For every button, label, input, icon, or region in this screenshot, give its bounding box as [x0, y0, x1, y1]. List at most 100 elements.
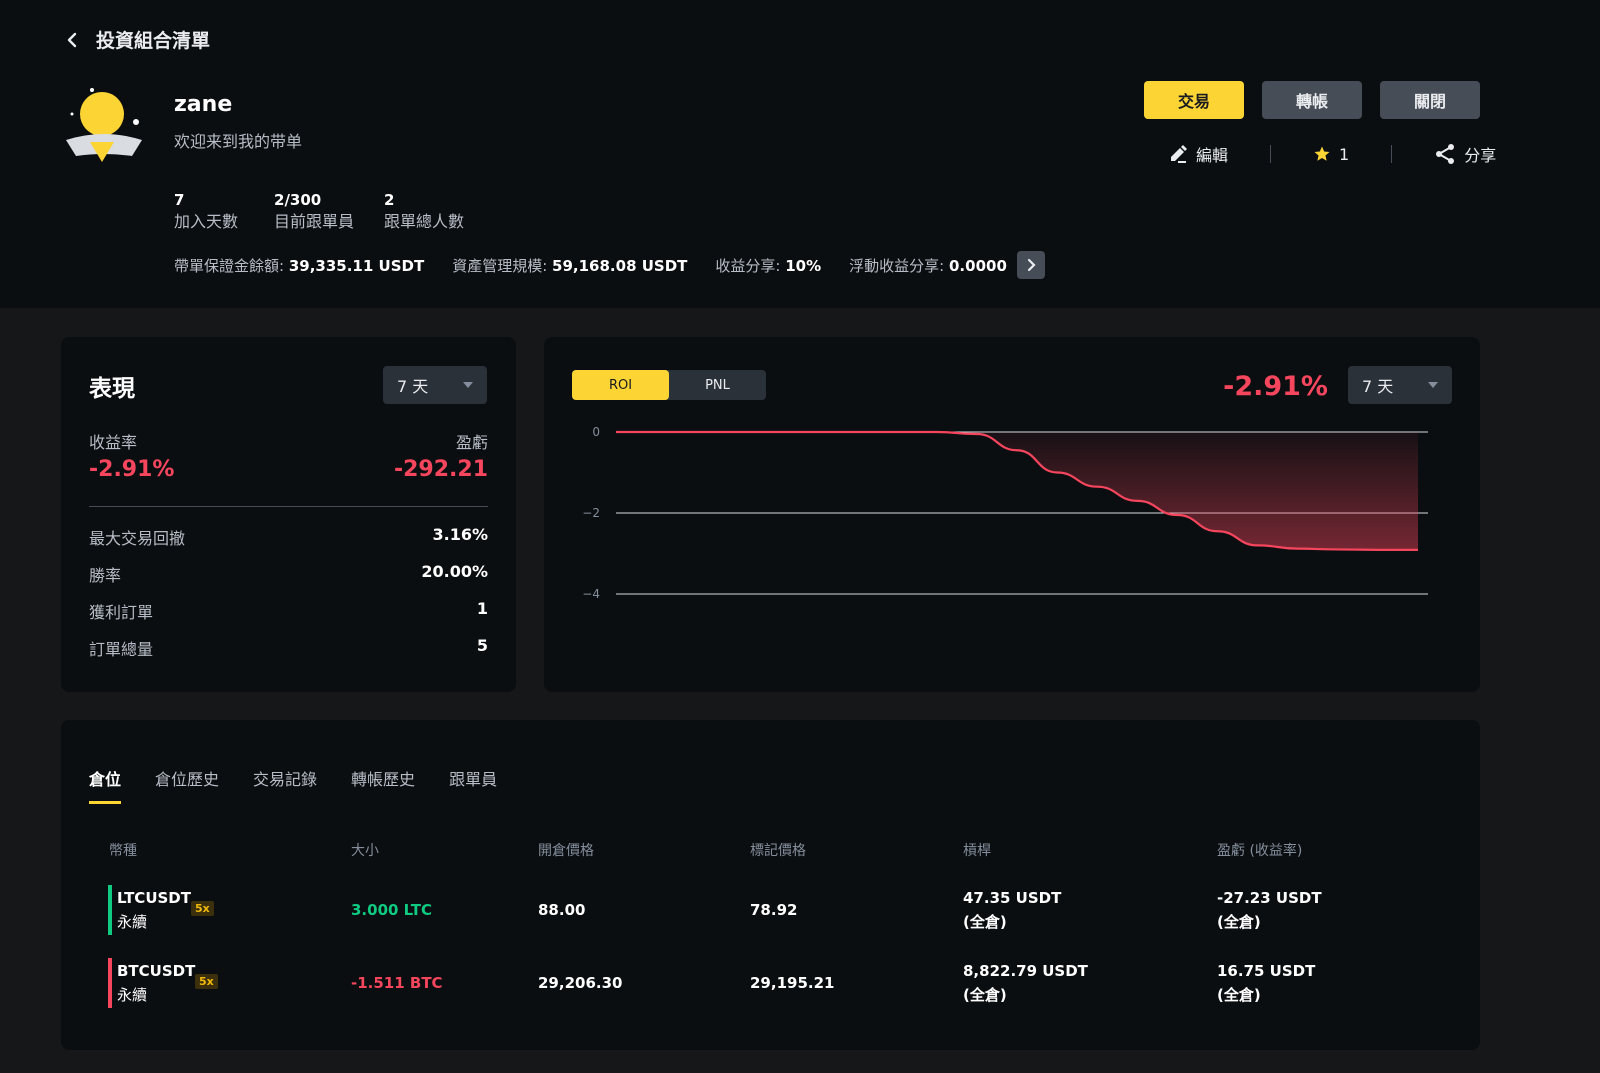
transfer-button[interactable]: 轉帳	[1262, 81, 1362, 119]
pnl-mode: (全倉)	[1217, 913, 1261, 931]
side-indicator	[108, 958, 112, 1008]
tab-positions[interactable]: 倉位	[89, 766, 122, 804]
pnl-mode: (全倉)	[1217, 986, 1261, 1004]
stat-label: 跟單總人數	[384, 212, 465, 231]
pnl-value: -27.23 USDT	[1217, 889, 1322, 907]
table-row[interactable]: BTCUSDT 永續 5x -1.511 BTC 29,206.30 29,19…	[61, 956, 1480, 1010]
column-header: 盈虧 (收益率)	[1217, 843, 1303, 859]
tab-position-history[interactable]: 倉位歷史	[155, 766, 219, 804]
period-select[interactable]: 7 天	[383, 366, 487, 404]
perf-labels: 收益率 盈虧	[89, 429, 488, 453]
metric-label: 勝率	[89, 566, 122, 585]
favorite-action[interactable]: 1	[1313, 145, 1349, 164]
stat-label: 目前跟單員	[274, 212, 355, 231]
roi-chart: 0 −2 −4	[582, 425, 1428, 601]
info-key: 資產管理規模:	[452, 256, 548, 275]
share-label: 分享	[1464, 146, 1497, 165]
column-header: 槓桿	[963, 843, 991, 859]
info-key: 帶單保證金餘額:	[174, 256, 285, 275]
info-key: 浮動收益分享:	[849, 256, 945, 275]
pnl-label: 盈虧	[455, 433, 488, 452]
mark-price-cell: 78.92	[750, 901, 798, 919]
profile-header: 投資組合清單 zane 欢迎来到我的带单 7 加入天數 2/300 目前跟單員 …	[0, 0, 1600, 308]
pnl-cell: 16.75 USDT (全倉)	[1217, 956, 1315, 1010]
stat-days: 7 加入天數	[174, 190, 238, 234]
size-cell: -1.511 BTC	[351, 974, 443, 992]
performance-title: 表現	[89, 376, 135, 402]
metric-value: 3.16%	[432, 525, 488, 544]
column-header: 大小	[351, 843, 379, 859]
contract-type: 永續	[117, 913, 148, 931]
edit-label: 編輯	[1196, 146, 1229, 165]
margin-mode: (全倉)	[963, 986, 1007, 1004]
stat-total-followers: 2 跟單總人數	[384, 190, 464, 234]
metric-total-orders: 訂單總量 5	[89, 636, 488, 660]
pnl-value: -292.21	[393, 457, 488, 482]
stat-value: 2/300	[274, 191, 322, 209]
close-button[interactable]: 關閉	[1380, 81, 1480, 119]
symbol: BTCUSDT	[117, 962, 196, 980]
chevron-right-icon	[1027, 258, 1036, 272]
contract-type: 永續	[117, 986, 148, 1004]
info-more-button[interactable]	[1016, 251, 1045, 279]
margin-value: 47.35 USDT	[963, 889, 1062, 907]
leverage-badge: 5x	[195, 974, 218, 989]
side-indicator	[108, 885, 112, 935]
avatar	[62, 88, 146, 172]
chart-card: ROI PNL -2.91% 7 天 0 −2 −4	[544, 337, 1480, 692]
pnl-value: 16.75 USDT	[1217, 962, 1316, 980]
caret-down-icon	[463, 382, 473, 388]
edit-icon	[1171, 145, 1187, 163]
performance-card: 表現 7 天 收益率 盈虧 -2.91% -292.21 最大交易回撤 3.16…	[61, 337, 516, 692]
stats: 7 加入天數 2/300 目前跟單員 2 跟單總人數	[174, 190, 494, 234]
positions-tabs: 倉位 倉位歷史 交易記錄 轉帳歷史 跟單員	[89, 766, 497, 804]
mark-price-cell: 29,195.21	[750, 974, 835, 992]
metric-label: 最大交易回撤	[89, 529, 186, 548]
margin-cell: 47.35 USDT (全倉)	[963, 883, 1061, 937]
tab-trade-history[interactable]: 交易記錄	[253, 766, 317, 804]
metric-value: 20.00%	[421, 562, 488, 581]
chevron-left-icon	[66, 29, 82, 51]
tab-copiers[interactable]: 跟單員	[449, 766, 497, 804]
info-aum: 資產管理規模: 59,168.08 USDT	[452, 255, 687, 276]
metric-value: 1	[476, 599, 488, 618]
column-header: 標記價格	[750, 843, 806, 859]
symbol: LTCUSDT	[117, 889, 191, 907]
info-key: 收益分享:	[715, 256, 781, 275]
symbol-cell: BTCUSDT 永續	[117, 956, 195, 1010]
trade-button[interactable]: 交易	[1144, 81, 1244, 119]
info-floating-share: 浮動收益分享: 0.0000	[849, 255, 1007, 276]
star-icon	[1314, 146, 1330, 161]
username: zane	[174, 92, 233, 117]
divider	[1270, 145, 1272, 163]
bio: 欢迎来到我的带单	[174, 132, 303, 151]
share-action[interactable]: 分享	[1434, 142, 1496, 166]
info-value: 0.0000	[949, 256, 1007, 275]
share-icon	[1436, 144, 1455, 164]
metric-profit-orders: 獲利訂單 1	[89, 599, 488, 623]
stat-value: 7	[174, 191, 185, 209]
info-value: 10%	[785, 256, 822, 275]
y-tick-label: −2	[582, 506, 600, 520]
stat-value: 2	[384, 191, 395, 209]
y-tick-label: 0	[592, 425, 600, 439]
table-row[interactable]: LTCUSDT 永續 5x 3.000 LTC 88.00 78.92 47.3…	[61, 883, 1480, 937]
y-tick-label: −4	[582, 587, 600, 601]
size-cell: 3.000 LTC	[351, 901, 432, 919]
edit-action[interactable]: 編輯	[1168, 142, 1228, 166]
leverage-badge: 5x	[191, 901, 214, 916]
info-value: 59,168.08 USDT	[552, 256, 688, 275]
info-margin-balance: 帶單保證金餘額: 39,335.11 USDT	[174, 255, 424, 276]
roi-label: 收益率	[89, 433, 138, 452]
column-header: 開倉價格	[538, 843, 594, 859]
tab-transfer-history[interactable]: 轉帳歷史	[351, 766, 415, 804]
margin-mode: (全倉)	[963, 913, 1007, 931]
entry-price-cell: 29,206.30	[538, 974, 623, 992]
divider	[89, 506, 488, 507]
metric-label: 獲利訂單	[89, 603, 154, 622]
margin-cell: 8,822.79 USDT (全倉)	[963, 956, 1088, 1010]
back-title: 投資組合清單	[96, 30, 211, 52]
metric-label: 訂單總量	[89, 640, 154, 659]
header-actions: 編輯 1 分享	[1168, 142, 1496, 166]
back-link[interactable]: 投資組合清單	[66, 26, 210, 53]
